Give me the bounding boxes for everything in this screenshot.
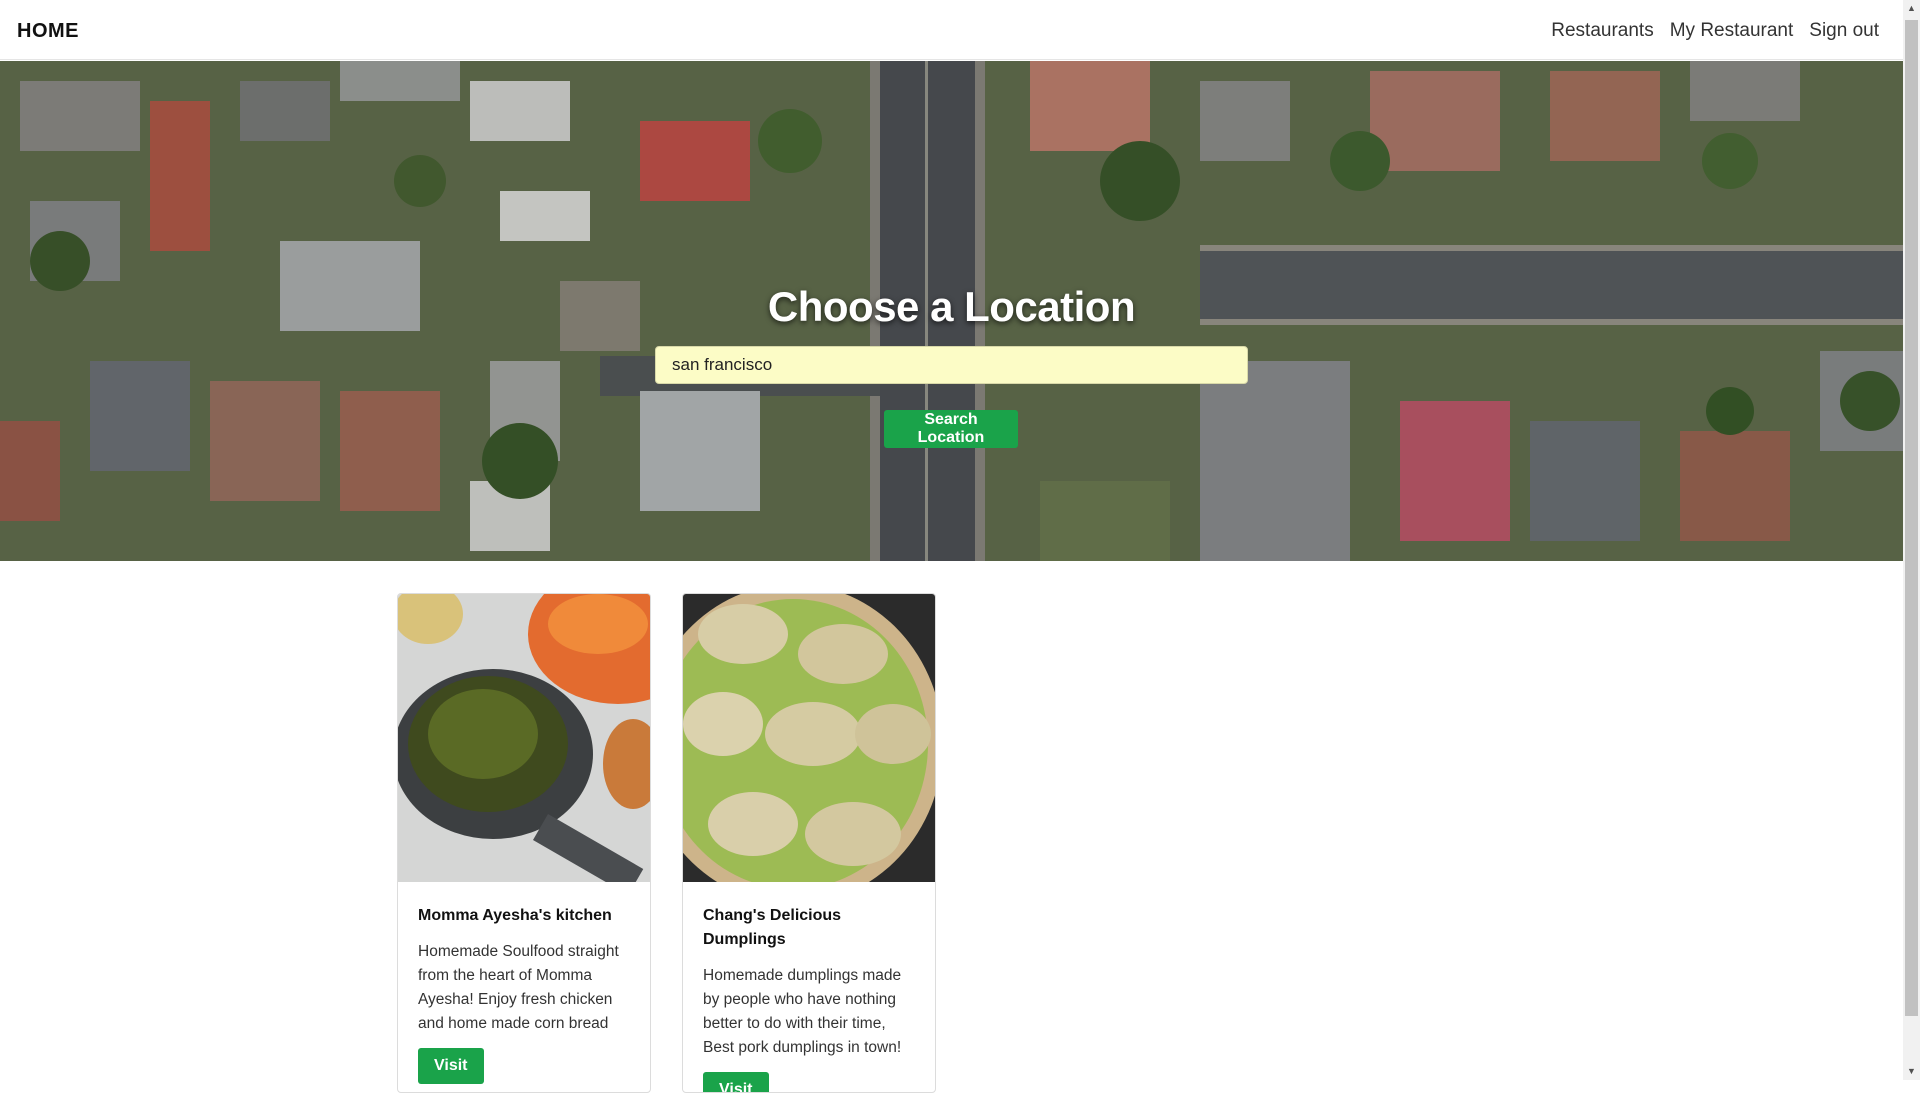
location-search-input[interactable] (655, 346, 1248, 384)
nav-link-restaurants[interactable]: Restaurants (1551, 20, 1653, 42)
nav-link-my-restaurant[interactable]: My Restaurant (1670, 20, 1794, 42)
scroll-up-arrow-icon[interactable]: ▲ (1903, 0, 1920, 17)
restaurant-description: Homemade dumplings made by people who ha… (703, 967, 902, 1056)
nav-links: Restaurants My Restaurant Sign out (1551, 20, 1879, 42)
nav-link-sign-out[interactable]: Sign out (1809, 20, 1879, 42)
navbar: HOME Restaurants My Restaurant Sign out (0, 0, 1903, 60)
search-location-button[interactable]: Search Location (884, 410, 1018, 448)
dumplings-image (683, 594, 935, 882)
soulfood-dish-image (398, 594, 650, 882)
scroll-down-arrow-icon[interactable]: ▼ (1903, 1063, 1920, 1080)
hero-banner: Choose a Location Search Location (0, 61, 1903, 561)
vertical-scrollbar[interactable]: ▲ ▼ (1903, 0, 1920, 1080)
page-title: Choose a Location (767, 283, 1136, 330)
home-brand-link[interactable]: HOME (17, 20, 79, 43)
restaurant-name: Momma Ayesha's kitchen (418, 907, 612, 924)
visit-button[interactable]: Visit (418, 1048, 484, 1084)
scroll-thumb[interactable] (1905, 20, 1918, 1016)
restaurant-description: Homemade Soulfood straight from the hear… (418, 943, 619, 1032)
restaurant-name: Chang's Delicious Dumplings (703, 907, 842, 948)
restaurant-card: Momma Ayesha's kitchen Homemade Soulfood… (397, 593, 651, 1093)
visit-button[interactable]: Visit (703, 1072, 769, 1092)
restaurant-card: Chang's Delicious Dumplings Homemade dum… (682, 593, 936, 1093)
